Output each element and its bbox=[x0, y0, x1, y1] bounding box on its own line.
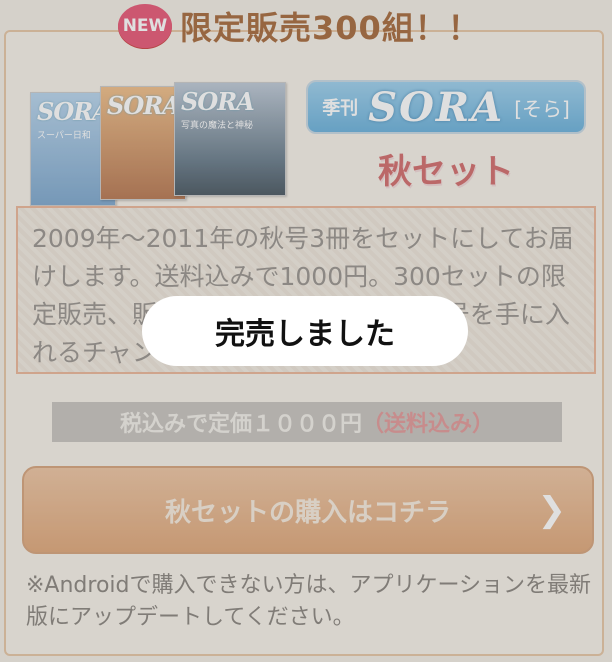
sold-out-toast: 完売しました bbox=[142, 296, 468, 366]
